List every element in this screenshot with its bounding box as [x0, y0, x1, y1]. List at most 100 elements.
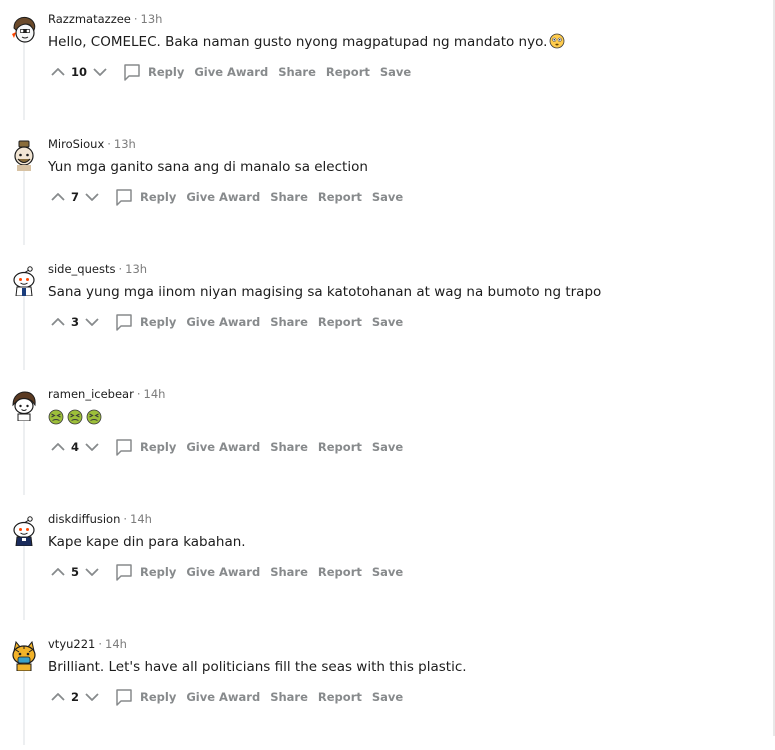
share-button[interactable]: Share — [270, 440, 308, 454]
comment-actions: 4 Reply Give Award Share Report Save — [48, 435, 413, 459]
timestamp[interactable]: 13h — [114, 137, 136, 151]
comment: side_quests · 13h Sana yung mga iinom niya… — [0, 250, 773, 375]
give-award-button[interactable]: Give Award — [186, 315, 260, 329]
upvote-arrow-icon — [51, 318, 65, 326]
comment-meta: vtyu221 · 14h — [48, 636, 127, 652]
reply-bubble-icon — [116, 189, 132, 206]
give-award-button[interactable]: Give Award — [186, 565, 260, 579]
separator-dot: · — [133, 12, 138, 26]
reply-label: Reply — [140, 440, 177, 454]
save-button[interactable]: Save — [372, 440, 403, 454]
vote-score: 10 — [70, 65, 87, 79]
reply-button[interactable]: Reply — [114, 187, 176, 207]
username[interactable]: MiroSioux — [48, 137, 104, 151]
separator-dot: · — [136, 387, 141, 401]
reply-button[interactable]: Reply — [114, 312, 176, 332]
username[interactable]: ramen_icebear — [48, 387, 134, 401]
username[interactable]: vtyu221 — [48, 637, 95, 651]
comment-actions: 5 Reply Give Award Share Report Save — [48, 560, 413, 584]
share-button[interactable]: Share — [270, 315, 308, 329]
avatar[interactable] — [8, 264, 40, 296]
comment-body — [48, 409, 105, 431]
username[interactable]: Razzmatazzee — [48, 12, 131, 26]
upvote-arrow-icon — [51, 568, 65, 576]
share-button[interactable]: Share — [278, 65, 316, 79]
timestamp[interactable]: 14h — [144, 387, 166, 401]
comment-actions: 2 Reply Give Award Share Report Save — [48, 685, 413, 709]
comment-meta: diskdiffusion · 14h — [48, 511, 152, 527]
reply-label: Reply — [140, 565, 177, 579]
timestamp[interactable]: 13h — [141, 12, 163, 26]
thread-line[interactable] — [23, 534, 25, 620]
username[interactable]: side_quests — [48, 262, 115, 276]
avatar[interactable] — [8, 14, 40, 46]
reply-button[interactable]: Reply — [114, 687, 176, 707]
comment-meta: Razzmatazzee · 13h — [48, 11, 162, 27]
comment: vtyu221 · 14h Brilliant. Let's have all po… — [0, 625, 773, 750]
downvote-button[interactable] — [82, 437, 102, 457]
save-button[interactable]: Save — [372, 190, 403, 204]
save-button[interactable]: Save — [372, 315, 403, 329]
avatar[interactable] — [8, 139, 40, 171]
share-button[interactable]: Share — [270, 190, 308, 204]
save-button[interactable]: Save — [372, 565, 403, 579]
comment-body: Hello, COMELEC. Baka naman gusto nyong m… — [48, 32, 565, 52]
reply-label: Reply — [140, 315, 177, 329]
reply-bubble-icon — [116, 564, 132, 581]
thread-line[interactable] — [23, 659, 25, 745]
username[interactable]: diskdiffusion — [48, 512, 120, 526]
report-button[interactable]: Report — [318, 565, 362, 579]
upvote-button[interactable] — [48, 437, 68, 457]
upvote-button[interactable] — [48, 187, 68, 207]
share-button[interactable]: Share — [270, 690, 308, 704]
reply-label: Reply — [148, 65, 185, 79]
report-button[interactable]: Report — [318, 315, 362, 329]
downvote-arrow-icon — [85, 193, 99, 201]
timestamp[interactable]: 13h — [125, 262, 147, 276]
give-award-button[interactable]: Give Award — [186, 440, 260, 454]
vote-score: 4 — [70, 440, 79, 454]
report-button[interactable]: Report — [326, 65, 370, 79]
avatar[interactable] — [8, 514, 40, 546]
upvote-button[interactable] — [48, 687, 68, 707]
avatar[interactable] — [8, 639, 40, 671]
downvote-button[interactable] — [82, 187, 102, 207]
save-button[interactable]: Save — [380, 65, 411, 79]
downvote-button[interactable] — [82, 687, 102, 707]
comment-meta: ramen_icebear · 14h — [48, 386, 165, 402]
upvote-arrow-icon — [51, 68, 65, 76]
comment: MiroSioux · 13h Yun mga ganito sana ang di… — [0, 125, 773, 250]
save-button[interactable]: Save — [372, 690, 403, 704]
separator-dot: · — [118, 262, 123, 276]
downvote-button[interactable] — [82, 562, 102, 582]
share-button[interactable]: Share — [270, 565, 308, 579]
timestamp[interactable]: 14h — [130, 512, 152, 526]
nauseated-face-icon — [48, 409, 64, 425]
report-button[interactable]: Report — [318, 440, 362, 454]
give-award-button[interactable]: Give Award — [186, 190, 260, 204]
report-button[interactable]: Report — [318, 190, 362, 204]
upvote-button[interactable] — [48, 62, 68, 82]
downvote-button[interactable] — [90, 62, 110, 82]
downvote-button[interactable] — [82, 312, 102, 332]
comment-text: Yun mga ganito sana ang di manalo sa ele… — [48, 159, 368, 175]
downvote-arrow-icon — [85, 318, 99, 326]
timestamp[interactable]: 14h — [105, 637, 127, 651]
flushed-face-icon — [550, 33, 565, 49]
reply-button[interactable]: Reply — [114, 562, 176, 582]
thread-line[interactable] — [23, 409, 25, 495]
thread-line[interactable] — [23, 34, 25, 120]
avatar[interactable] — [8, 389, 40, 421]
reply-button[interactable]: Reply — [122, 62, 184, 82]
comment-actions: 10 Reply Give Award Share Report Save — [48, 60, 421, 84]
upvote-arrow-icon — [51, 443, 65, 451]
upvote-button[interactable] — [48, 312, 68, 332]
upvote-button[interactable] — [48, 562, 68, 582]
thread-line[interactable] — [23, 284, 25, 370]
downvote-arrow-icon — [85, 568, 99, 576]
give-award-button[interactable]: Give Award — [194, 65, 268, 79]
report-button[interactable]: Report — [318, 690, 362, 704]
give-award-button[interactable]: Give Award — [186, 690, 260, 704]
thread-line[interactable] — [23, 159, 25, 245]
reply-button[interactable]: Reply — [114, 437, 176, 457]
